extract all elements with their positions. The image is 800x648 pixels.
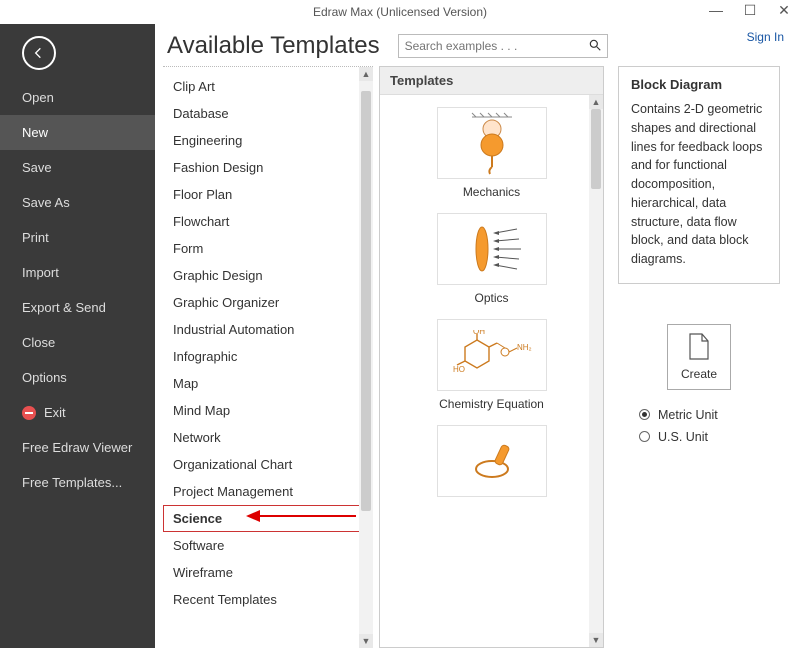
highlight-arrow-icon <box>246 508 356 527</box>
template-label: Chemistry Equation <box>439 397 544 411</box>
template-label: Mechanics <box>463 185 520 199</box>
sidebar-item-import[interactable]: Import <box>0 255 155 290</box>
category-item[interactable]: Fashion Design <box>163 154 373 181</box>
category-item[interactable]: Network <box>163 424 373 451</box>
category-item[interactable]: Graphic Design <box>163 262 373 289</box>
unit-label: Metric Unit <box>658 408 718 422</box>
info-description: Contains 2-D geometric shapes and direct… <box>631 100 767 269</box>
category-item[interactable]: Software <box>163 532 373 559</box>
sidebar-item-label: Open <box>22 90 54 105</box>
category-item[interactable]: Project Management <box>163 478 373 505</box>
template-item[interactable] <box>380 417 603 509</box>
template-item[interactable]: Optics <box>380 205 603 311</box>
template-thumb <box>437 425 547 497</box>
template-item[interactable]: HO OH NH₂ Chemistry Equation <box>380 311 603 417</box>
sidebar-item-label: Print <box>22 230 49 245</box>
category-item[interactable]: Map <box>163 370 373 397</box>
back-button[interactable] <box>22 36 56 70</box>
title-bar: Edraw Max (Unlicensed Version) — ☐ ✕ <box>0 0 800 24</box>
category-item[interactable]: Flowchart <box>163 208 373 235</box>
arrow-left-icon <box>31 45 47 61</box>
document-icon <box>688 333 710 361</box>
template-info-panel: Block Diagram Contains 2-D geometric sha… <box>618 66 780 284</box>
unit-metric-radio[interactable]: Metric Unit <box>639 404 759 426</box>
svg-text:HO: HO <box>453 365 465 374</box>
template-label: Optics <box>474 291 508 305</box>
category-item[interactable]: Mind Map <box>163 397 373 424</box>
category-item[interactable]: Clip Art <box>163 73 373 100</box>
sidebar-item-options[interactable]: Options <box>0 360 155 395</box>
scroll-up-button[interactable]: ▲ <box>359 67 373 81</box>
create-label: Create <box>681 367 717 381</box>
category-item[interactable]: Organizational Chart <box>163 451 373 478</box>
sidebar-item-free-edraw-viewer[interactable]: Free Edraw Viewer <box>0 430 155 465</box>
unit-label: U.S. Unit <box>658 430 708 444</box>
search-icon[interactable] <box>588 38 602 55</box>
window-title: Edraw Max (Unlicensed Version) <box>313 5 487 19</box>
templates-column: Templates Mechanics Optics HO OH NH₂ Chemistr… <box>379 66 604 648</box>
sidebar-item-close[interactable]: Close <box>0 325 155 360</box>
template-thumb <box>437 107 547 179</box>
category-item[interactable]: Industrial Automation <box>163 316 373 343</box>
category-column: Clip ArtDatabaseEngineeringFashion Desig… <box>163 66 373 648</box>
minimize-button[interactable]: — <box>704 2 728 19</box>
category-item[interactable]: Floor Plan <box>163 181 373 208</box>
scroll-thumb[interactable] <box>591 109 601 189</box>
sidebar-item-label: Save As <box>22 195 70 210</box>
exit-icon <box>22 406 36 420</box>
svg-text:NH₂: NH₂ <box>517 343 532 352</box>
category-item[interactable]: Infographic <box>163 343 373 370</box>
template-thumb <box>437 213 547 285</box>
radio-icon <box>639 409 650 420</box>
search-input[interactable] <box>398 34 608 58</box>
info-title: Block Diagram <box>631 77 767 92</box>
sidebar-item-exit[interactable]: Exit <box>0 395 155 430</box>
scroll-down-button[interactable]: ▼ <box>589 633 603 647</box>
sidebar-item-label: Export & Send <box>22 300 106 315</box>
sidebar-item-label: New <box>22 125 48 140</box>
sidebar-item-label: Free Edraw Viewer <box>22 440 132 455</box>
sidebar-item-new[interactable]: New <box>0 115 155 150</box>
sidebar-item-label: Free Templates... <box>22 475 122 490</box>
templates-scrollbar[interactable]: ▲ ▼ <box>589 95 603 647</box>
create-button[interactable]: Create <box>667 324 731 390</box>
scroll-down-button[interactable]: ▼ <box>359 634 373 648</box>
file-sidebar: Open New Save Save As Print Import Export & Se… <box>0 24 155 648</box>
maximize-button[interactable]: ☐ <box>738 2 762 19</box>
category-scrollbar[interactable]: ▲ ▼ <box>359 67 373 648</box>
category-item[interactable]: Form <box>163 235 373 262</box>
category-item[interactable]: Database <box>163 100 373 127</box>
sidebar-item-label: Exit <box>44 405 66 420</box>
page-title: Available Templates <box>167 32 380 60</box>
sidebar-item-save-as[interactable]: Save As <box>0 185 155 220</box>
unit-us-radio[interactable]: U.S. Unit <box>639 426 759 448</box>
scroll-up-button[interactable]: ▲ <box>589 95 603 109</box>
sidebar-item-label: Import <box>22 265 59 280</box>
sidebar-item-free-templates-[interactable]: Free Templates... <box>0 465 155 500</box>
template-item[interactable]: Mechanics <box>380 99 603 205</box>
templates-header: Templates <box>380 67 603 95</box>
sidebar-item-open[interactable]: Open <box>0 80 155 115</box>
sidebar-item-print[interactable]: Print <box>0 220 155 255</box>
sign-in-link[interactable]: Sign In <box>747 30 784 44</box>
radio-icon <box>639 431 650 442</box>
category-item[interactable]: Wireframe <box>163 559 373 586</box>
category-item[interactable]: Recent Templates <box>163 586 373 613</box>
category-item[interactable]: Graphic Organizer <box>163 289 373 316</box>
scroll-thumb[interactable] <box>361 91 371 511</box>
sidebar-item-label: Save <box>22 160 52 175</box>
category-item[interactable]: Science <box>163 505 373 532</box>
sidebar-item-label: Options <box>22 370 67 385</box>
category-item[interactable]: Engineering <box>163 127 373 154</box>
template-thumb: HO OH NH₂ <box>437 319 547 391</box>
sidebar-item-save[interactable]: Save <box>0 150 155 185</box>
sidebar-item-label: Close <box>22 335 55 350</box>
close-button[interactable]: ✕ <box>772 2 796 19</box>
svg-text:OH: OH <box>473 330 485 336</box>
sidebar-item-export-send[interactable]: Export & Send <box>0 290 155 325</box>
